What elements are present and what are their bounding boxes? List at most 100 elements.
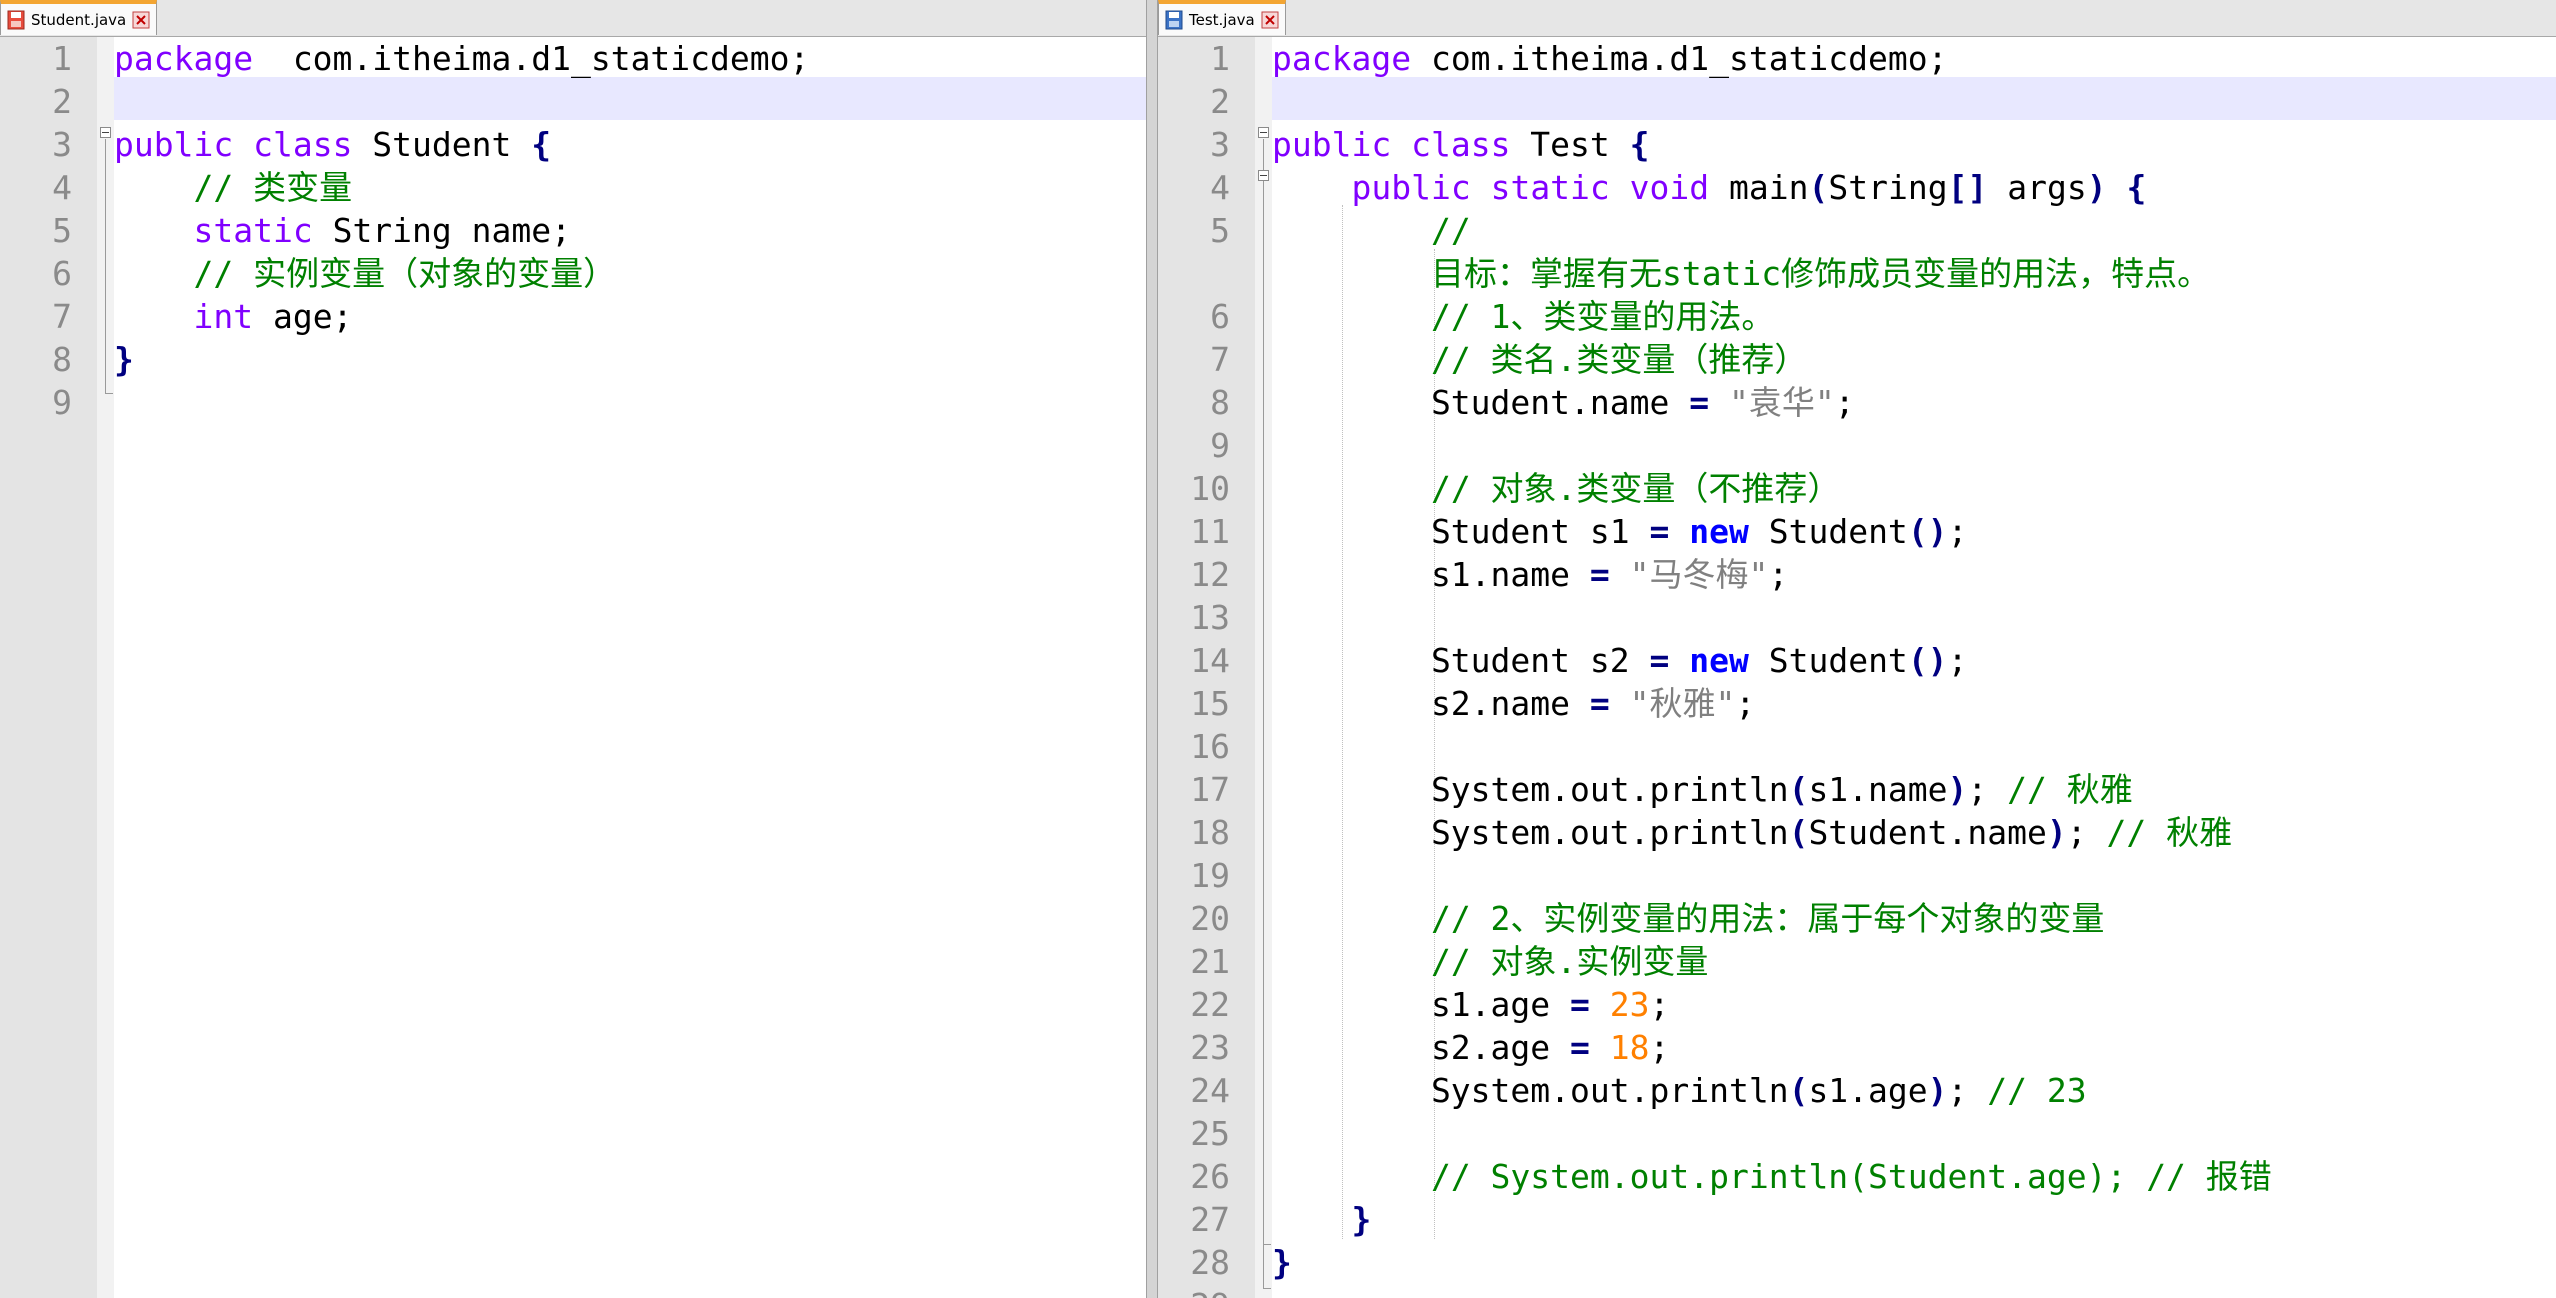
code-text[interactable]: s2.name = "秋雅"; (1272, 682, 1755, 725)
code-line[interactable]: 6 // 1、类变量的用法。 (1158, 295, 2556, 338)
code-text[interactable]: // (1272, 209, 1471, 252)
code-token: = (1650, 512, 1670, 551)
fold-toggle-icon[interactable] (100, 127, 111, 138)
code-line[interactable]: 14 Student s2 = new Student(); (1158, 639, 2556, 682)
code-token: 18 (1610, 1028, 1650, 1067)
code-token: "马冬梅" (1630, 555, 1769, 594)
code-line[interactable]: 24 System.out.println(s1.age); // 23 (1158, 1069, 2556, 1112)
code-token: s1.age (1808, 1071, 1927, 1110)
code-line[interactable]: 9 (0, 381, 1146, 424)
code-text[interactable]: package com.itheima.d1_staticdemo; (114, 37, 809, 80)
code-token: ; (1967, 770, 2007, 809)
code-line[interactable]: 8 Student.name = "袁华"; (1158, 381, 2556, 424)
code-text[interactable]: s1.name = "马冬梅"; (1272, 553, 1788, 596)
code-text[interactable]: } (114, 338, 134, 381)
code-text[interactable]: System.out.println(s1.name); // 秋雅 (1272, 768, 2133, 811)
pane-splitter[interactable] (1146, 0, 1158, 1298)
editor-pane-right[interactable]: Test.java 1package com.itheima.d1_static… (1158, 0, 2556, 1298)
code-text[interactable]: } (1272, 1198, 1371, 1241)
code-line[interactable]: 29 (1158, 1284, 2556, 1298)
code-text[interactable]: int age; (114, 295, 352, 338)
code-text[interactable]: // 对象.类变量（不推荐） (1272, 467, 1840, 510)
code-text[interactable]: Student s1 = new Student(); (1272, 510, 1967, 553)
code-line[interactable]: 5 static String name; (0, 209, 1146, 252)
code-line[interactable]: 25 (1158, 1112, 2556, 1155)
code-token: ; (2067, 813, 2107, 852)
code-line[interactable]: 18 System.out.println(Student.name); // … (1158, 811, 2556, 854)
code-line[interactable]: 7 int age; (0, 295, 1146, 338)
code-line[interactable]: 27 } (1158, 1198, 2556, 1241)
close-tab-icon[interactable] (1261, 11, 1279, 29)
code-token: ) (1948, 770, 1968, 809)
code-text[interactable]: s2.age = 18; (1272, 1026, 1669, 1069)
code-line[interactable]: 目标：掌握有无static修饰成员变量的用法，特点。 (1158, 252, 2556, 295)
code-line[interactable]: 12 s1.name = "马冬梅"; (1158, 553, 2556, 596)
code-editor-left[interactable]: 1package com.itheima.d1_staticdemo;23pub… (0, 37, 1146, 1298)
code-line[interactable]: 7 // 类名.类变量（推荐） (1158, 338, 2556, 381)
code-line[interactable]: 3public class Test { (1158, 123, 2556, 166)
code-text[interactable]: // 1、类变量的用法。 (1272, 295, 1774, 338)
editor-pane-left[interactable]: Student.java 1package com.itheima.d1_sta… (0, 0, 1146, 1298)
code-token: // (1431, 211, 1471, 250)
close-tab-icon[interactable] (132, 11, 150, 29)
code-editor-right[interactable]: 1package com.itheima.d1_staticdemo;23pub… (1158, 37, 2556, 1298)
code-text[interactable]: // System.out.println(Student.age); // 报… (1272, 1155, 2272, 1198)
fold-toggle-icon[interactable] (1258, 170, 1269, 181)
code-line[interactable]: 1package com.itheima.d1_staticdemo; (0, 37, 1146, 80)
code-text[interactable]: public class Student { (114, 123, 551, 166)
code-token: } (1351, 1200, 1371, 1239)
code-text[interactable]: // 实例变量（对象的变量） (114, 252, 616, 295)
code-line[interactable]: 9 (1158, 424, 2556, 467)
fold-toggle-icon[interactable] (1258, 127, 1269, 138)
code-line[interactable]: 21 // 对象.实例变量 (1158, 940, 2556, 983)
code-line[interactable]: 16 (1158, 725, 2556, 768)
code-line[interactable]: 10 // 对象.类变量（不推荐） (1158, 467, 2556, 510)
code-text[interactable]: s1.age = 23; (1272, 983, 1669, 1026)
code-line[interactable]: 8} (0, 338, 1146, 381)
code-line[interactable]: 22 s1.age = 23; (1158, 983, 2556, 1026)
code-token (1272, 1157, 1431, 1196)
code-line[interactable]: 4 // 类变量 (0, 166, 1146, 209)
code-text[interactable]: static String name; (114, 209, 571, 252)
code-line[interactable]: 3public class Student { (0, 123, 1146, 166)
code-line[interactable]: 1package com.itheima.d1_staticdemo; (1158, 37, 2556, 80)
code-text[interactable]: package com.itheima.d1_staticdemo; (1272, 37, 1948, 80)
tab-test-java[interactable]: Test.java (1158, 0, 1286, 35)
code-text[interactable]: // 2、实例变量的用法：属于每个对象的变量 (1272, 897, 2104, 940)
code-text[interactable]: System.out.println(Student.name); // 秋雅 (1272, 811, 2232, 854)
code-text[interactable]: Student s2 = new Student(); (1272, 639, 1967, 682)
code-token: 23 (1610, 985, 1650, 1024)
code-line[interactable]: 11 Student s1 = new Student(); (1158, 510, 2556, 553)
code-text[interactable]: } (1272, 1241, 1292, 1284)
code-token: = (1689, 383, 1709, 422)
code-line[interactable]: 26 // System.out.println(Student.age); /… (1158, 1155, 2556, 1198)
code-token: class (253, 125, 352, 164)
code-line[interactable]: 6 // 实例变量（对象的变量） (0, 252, 1146, 295)
code-line[interactable]: 19 (1158, 854, 2556, 897)
code-text[interactable]: public class Test { (1272, 123, 1650, 166)
code-line[interactable]: 2 (1158, 80, 2556, 123)
code-line[interactable]: 5 // (1158, 209, 2556, 252)
line-number: 8 (0, 338, 72, 381)
code-text[interactable]: Student.name = "袁华"; (1272, 381, 1855, 424)
tab-student-java[interactable]: Student.java (0, 0, 157, 35)
code-text[interactable]: System.out.println(s1.age); // 23 (1272, 1069, 2087, 1112)
code-text[interactable]: 目标：掌握有无static修饰成员变量的用法，特点。 (1272, 252, 2210, 295)
code-line[interactable]: 28} (1158, 1241, 2556, 1284)
code-line[interactable]: 4 public static void main(String[] args)… (1158, 166, 2556, 209)
code-line[interactable]: 23 s2.age = 18; (1158, 1026, 2556, 1069)
code-line[interactable]: 15 s2.name = "秋雅"; (1158, 682, 2556, 725)
code-token: System.out.println (1272, 770, 1789, 809)
code-line[interactable]: 13 (1158, 596, 2556, 639)
code-token (114, 211, 193, 250)
code-token (1272, 254, 1431, 293)
code-text[interactable]: public static void main(String[] args) { (1272, 166, 2146, 209)
code-line[interactable]: 17 System.out.println(s1.name); // 秋雅 (1158, 768, 2556, 811)
code-line[interactable]: 20 // 2、实例变量的用法：属于每个对象的变量 (1158, 897, 2556, 940)
line-number: 8 (1158, 381, 1230, 424)
code-text[interactable]: // 类名.类变量（推荐） (1272, 338, 1807, 381)
code-text[interactable]: // 对象.实例变量 (1272, 940, 1708, 983)
line-number: 23 (1158, 1026, 1230, 1069)
code-line[interactable]: 2 (0, 80, 1146, 123)
code-text[interactable]: // 类变量 (114, 166, 352, 209)
